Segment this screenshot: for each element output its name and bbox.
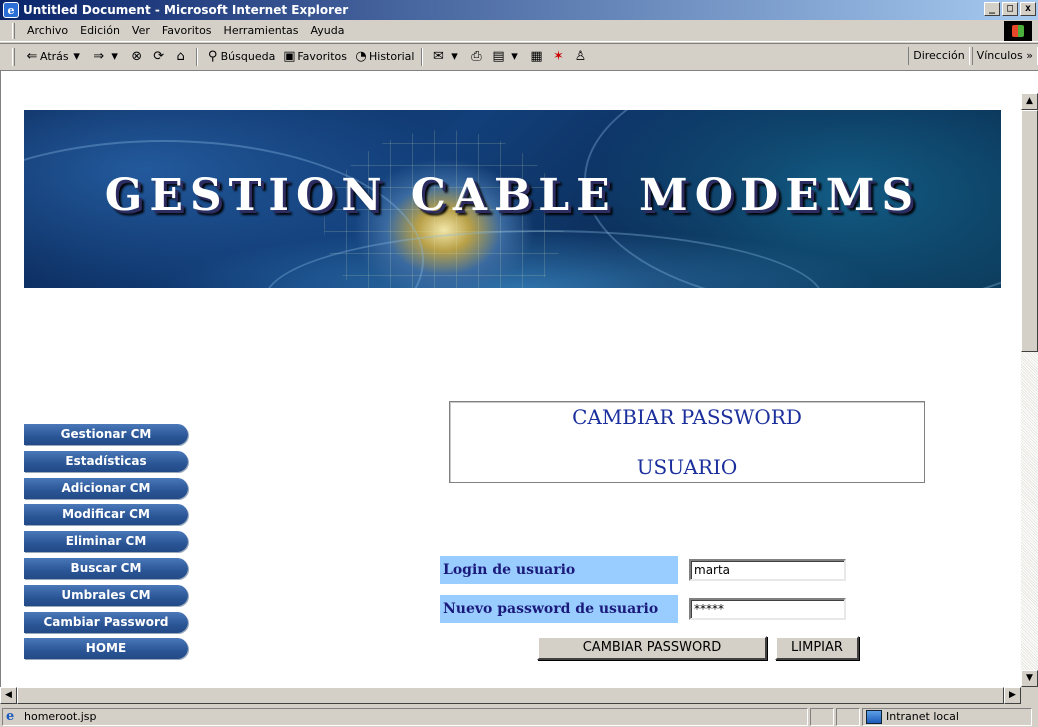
- discuss-icon: ▦: [530, 48, 543, 64]
- print-icon: ⎙: [471, 48, 482, 64]
- favorites-label: Favoritos: [297, 50, 347, 63]
- nav-gestionar-cm[interactable]: Gestionar CM: [24, 424, 188, 445]
- mail-button[interactable]: ✉ ▾: [427, 49, 465, 65]
- refresh-icon: ⟳: [153, 48, 165, 64]
- status-zone: Intranet local: [886, 710, 959, 723]
- refresh-button[interactable]: ⟳: [148, 49, 170, 65]
- search-label: Búsqueda: [220, 50, 276, 63]
- print-button[interactable]: ⎙: [465, 49, 487, 65]
- search-button[interactable]: ⚲ Búsqueda: [202, 49, 279, 65]
- menu-ayuda[interactable]: Ayuda: [304, 24, 350, 37]
- banner-title: GESTION CABLE MODEMS: [104, 170, 921, 221]
- toolbar-separator: [195, 47, 198, 66]
- stop-button[interactable]: ⊗: [126, 49, 148, 65]
- nav-buscar-cm[interactable]: Buscar CM: [24, 557, 188, 579]
- page-subtitle: USUARIO: [636, 455, 738, 479]
- nav-estadisticas[interactable]: Estadísticas: [24, 450, 188, 472]
- messenger-icon: ♙: [574, 48, 587, 64]
- related-button[interactable]: ✶: [547, 49, 569, 65]
- toolbar-separator: [421, 47, 424, 66]
- status-zone-cell: Intranet local: [862, 707, 1032, 726]
- menu-herramientas[interactable]: Herramientas: [218, 24, 305, 37]
- intranet-zone-icon: [866, 709, 882, 724]
- back-button[interactable]: ⇐ Atrás ▾: [21, 49, 88, 65]
- history-button[interactable]: ◔ Historial: [350, 49, 417, 65]
- maximize-button[interactable]: □: [1002, 2, 1018, 16]
- scroll-up-button[interactable]: ▲: [1021, 93, 1038, 110]
- address-label[interactable]: Dirección: [908, 47, 970, 65]
- menubar-grip[interactable]: [12, 22, 15, 39]
- favorites-icon: ▣: [283, 48, 296, 64]
- history-icon: ◔: [355, 48, 367, 64]
- nav-home[interactable]: HOME: [24, 638, 188, 660]
- links-label[interactable]: Vínculos »: [971, 47, 1038, 65]
- window-titlebar: e Untitled Document - Microsoft Internet…: [0, 0, 1038, 20]
- scroll-down-button[interactable]: ▼: [1021, 670, 1038, 687]
- nav-eliminar-cm[interactable]: Eliminar CM: [24, 531, 188, 553]
- nav-modificar-cm[interactable]: Modificar CM: [24, 504, 188, 526]
- site-banner: GESTION CABLE MODEMS: [24, 110, 1001, 288]
- ie-page-icon: e: [6, 708, 15, 724]
- home-icon: ⌂: [176, 48, 185, 64]
- status-url-cell: e homeroot.jsp: [2, 707, 808, 726]
- window-controls: _ □ x: [982, 2, 1036, 16]
- menu-edicion[interactable]: Edición: [74, 24, 126, 37]
- page-title-box: CAMBIAR PASSWORD USUARIO: [449, 401, 925, 483]
- edit-button[interactable]: ▤ ▾: [487, 49, 525, 65]
- forward-button[interactable]: ⇒ ▾: [88, 49, 126, 65]
- standard-toolbar: ⇐ Atrás ▾ ⇒ ▾ ⊗ ⟳ ⌂ ⚲ Búsqueda ▣ Favorit…: [0, 43, 1038, 69]
- menu-ver[interactable]: Ver: [126, 24, 156, 37]
- home-button[interactable]: ⌂: [170, 49, 192, 65]
- password-input[interactable]: [689, 598, 846, 620]
- favorites-button[interactable]: ▣ Favoritos: [278, 49, 350, 65]
- ie-logo-icon: e: [3, 2, 19, 18]
- status-progress-cell: [810, 707, 834, 726]
- discuss-button[interactable]: ▦: [525, 49, 547, 65]
- nav-adicionar-cm[interactable]: Adicionar CM: [24, 477, 188, 499]
- sidebar-nav: Gestionar CM Estadísticas Adicionar CM M…: [24, 424, 188, 665]
- horizontal-scroll-thumb[interactable]: [17, 687, 1004, 704]
- related-icon: ✶: [553, 48, 564, 64]
- mail-icon: ✉: [433, 48, 444, 64]
- nav-umbrales-cm[interactable]: Umbrales CM: [24, 584, 188, 606]
- mail-dropdown-icon[interactable]: ▾: [446, 49, 462, 65]
- close-button[interactable]: x: [1020, 2, 1036, 16]
- menu-favoritos[interactable]: Favoritos: [156, 24, 218, 37]
- forward-dropdown-icon[interactable]: ▾: [107, 49, 123, 65]
- back-arrow-icon: ⇐: [26, 48, 38, 64]
- window-title: Untitled Document - Microsoft Internet E…: [23, 3, 349, 17]
- page-title: CAMBIAR PASSWORD: [572, 405, 802, 429]
- stop-icon: ⊗: [131, 48, 143, 64]
- forward-arrow-icon: ⇒: [93, 48, 105, 64]
- menu-archivo[interactable]: Archivo: [21, 24, 74, 37]
- login-input[interactable]: [689, 559, 846, 581]
- edit-dropdown-icon[interactable]: ▾: [506, 49, 522, 65]
- back-dropdown-icon[interactable]: ▾: [69, 49, 85, 65]
- limpiar-button[interactable]: LIMPIAR: [775, 636, 859, 660]
- nav-cambiar-password[interactable]: Cambiar Password: [24, 611, 188, 633]
- windows-logo-icon: [1004, 21, 1032, 41]
- toolbar-right-area: Dirección Vínculos »: [906, 44, 1038, 68]
- status-url: homeroot.jsp: [24, 710, 97, 723]
- edit-icon: ▤: [492, 48, 505, 64]
- cambiar-password-button[interactable]: CAMBIAR PASSWORD: [537, 636, 767, 660]
- search-icon: ⚲: [207, 48, 218, 64]
- scroll-right-button[interactable]: ▶: [1004, 687, 1021, 704]
- messenger-button[interactable]: ♙: [569, 49, 591, 65]
- back-label: Atrás: [40, 50, 69, 63]
- toolbar-grip[interactable]: [12, 47, 15, 66]
- password-label: Nuevo password de usuario: [440, 595, 678, 623]
- menu-bar: Archivo Edición Ver Favoritos Herramient…: [0, 20, 1038, 42]
- vertical-scroll-thumb[interactable]: [1021, 110, 1038, 352]
- status-bar: e homeroot.jsp Intranet local: [0, 706, 1038, 727]
- history-label: Historial: [369, 50, 415, 63]
- status-lock-cell: [836, 707, 860, 726]
- scroll-left-button[interactable]: ◀: [0, 687, 17, 704]
- login-label: Login de usuario: [440, 556, 678, 584]
- minimize-button[interactable]: _: [984, 2, 1000, 16]
